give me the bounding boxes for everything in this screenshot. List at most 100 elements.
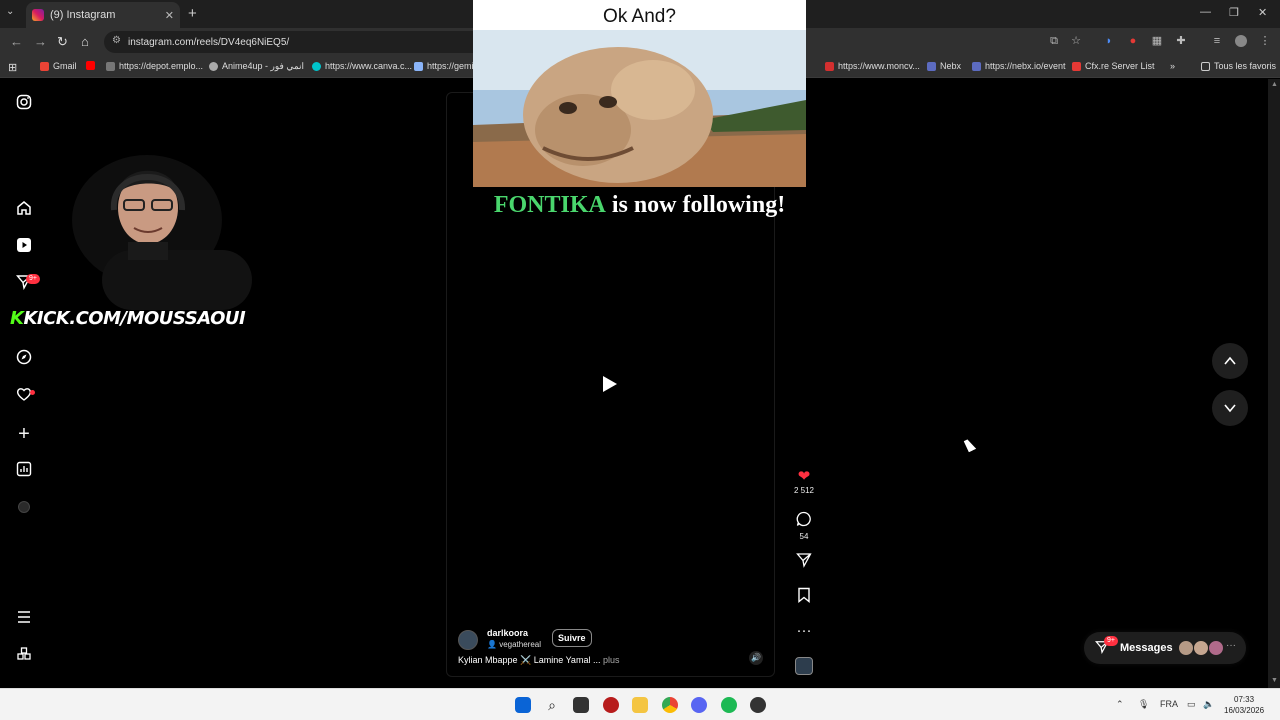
create-plus-icon[interactable]: + (14, 424, 34, 444)
more-avatars-icon: ··· (1226, 640, 1236, 651)
media-control-icon[interactable]: ≡ (1211, 35, 1223, 47)
extensions-puzzle-icon[interactable]: ✚ (1175, 35, 1187, 47)
windows-start-icon[interactable] (515, 697, 531, 713)
camel-alert-image (473, 30, 806, 187)
close-window-icon[interactable]: ✕ (1258, 6, 1267, 19)
save-button[interactable] (790, 587, 818, 608)
conversation-avatar (1208, 640, 1224, 656)
extension-record-icon[interactable]: ● (1127, 35, 1139, 47)
canva-icon (312, 61, 321, 71)
follow-alert-text: FONTIKA is now following! (493, 192, 786, 218)
messages-button[interactable]: 9+ Messages ··· (1084, 632, 1246, 664)
volume-icon[interactable]: 🔊 (749, 651, 763, 665)
steam-icon[interactable] (750, 697, 766, 713)
scroll-up-icon: ▲ (1271, 81, 1278, 88)
chrome-icon[interactable] (662, 697, 678, 713)
bookmark-cfx[interactable]: Cfx.re Server List (1072, 61, 1155, 71)
forward-icon[interactable]: → (34, 34, 47, 49)
like-count: 2 512 (793, 486, 815, 495)
youtube-icon (86, 61, 95, 70)
close-tab-icon[interactable]: ✕ (165, 9, 174, 22)
extension-translate-icon[interactable]: ◗ (1103, 35, 1115, 47)
search-icon[interactable]: ⌕ (544, 697, 560, 713)
all-bookmarks[interactable]: Tous les favoris (1201, 61, 1276, 71)
bookmark-star-icon[interactable]: ☆ (1070, 35, 1082, 47)
home-nav-icon[interactable] (14, 200, 34, 220)
previous-reel-button[interactable] (1212, 343, 1248, 379)
bookmark-gemini[interactable]: https://gemi (414, 61, 474, 71)
profile-avatar-icon[interactable] (1235, 35, 1247, 47)
bookmark-depot[interactable]: https://depot.emplo... (106, 61, 203, 71)
caption-more-link[interactable]: plus (603, 655, 620, 665)
instagram-logo-icon[interactable] (14, 94, 34, 114)
comment-count: 54 (799, 532, 809, 541)
windows-taskbar: ⌕ ⌃ 🎙 FRA ▭ 🔈 07:33 16/03/2026 (0, 688, 1280, 720)
bookmark-nebx[interactable]: Nebx (927, 61, 961, 71)
apps-icon[interactable]: ⊞ (8, 61, 17, 74)
follower-name: FONTIKA (493, 192, 606, 218)
explore-nav-icon[interactable] (14, 349, 34, 369)
new-tab-icon[interactable]: + (188, 5, 197, 22)
follow-button[interactable]: Suivre (552, 629, 592, 647)
next-reel-button[interactable] (1212, 390, 1248, 426)
minimize-icon[interactable]: — (1200, 6, 1211, 18)
back-icon[interactable]: ← (10, 34, 23, 49)
bookmark-icon (790, 587, 818, 608)
tab-search-icon[interactable]: ⌄ (6, 6, 14, 17)
spotify-icon[interactable] (721, 697, 737, 713)
messages-badge: 9+ (1104, 636, 1118, 646)
author-avatar[interactable] (458, 630, 478, 650)
microphone-icon[interactable]: 🎙 (1138, 699, 1149, 710)
url-text: instagram.com/reels/DV4eq6NiEQ5/ (128, 36, 290, 48)
bookmark-moncv[interactable]: https://www.moncv... (825, 61, 920, 71)
profile-avatar[interactable] (14, 499, 34, 519)
network-icon[interactable]: ▭ (1187, 699, 1196, 710)
more-bookmarks-icon[interactable]: » (1170, 61, 1175, 71)
kick-channel-watermark: KKICK.COM/MOUSSAOUI (10, 308, 246, 329)
share-button[interactable] (790, 552, 818, 573)
like-button[interactable]: ❤ 2 512 (790, 468, 818, 495)
clock-date: 16/03/2026 (1224, 706, 1265, 715)
site-info-icon[interactable]: ⚙ (112, 35, 121, 46)
reels-nav-icon[interactable] (14, 237, 34, 257)
more-menu-icon[interactable] (14, 609, 34, 629)
page-scrollbar[interactable]: ▲ ▼ (1268, 79, 1280, 688)
also-from-meta-icon[interactable] (14, 646, 34, 666)
discord-icon[interactable] (691, 697, 707, 713)
reel-caption[interactable]: Kylian Mbappe ⚔️ Lamine Yamal ... plus (458, 655, 619, 666)
language-indicator[interactable]: FRA (1160, 699, 1178, 709)
install-app-icon[interactable]: ⧉ (1048, 35, 1060, 47)
file-explorer-icon[interactable] (632, 697, 648, 713)
nebx-icon (972, 61, 981, 71)
home-icon[interactable]: ⌂ (81, 34, 89, 49)
author-username[interactable]: darlkoora (487, 628, 528, 638)
notification-badge: 9+ (26, 274, 40, 284)
restore-icon[interactable]: ❐ (1229, 6, 1239, 19)
gmail-icon (40, 61, 49, 71)
tray-overflow-icon[interactable]: ⌃ (1116, 699, 1124, 710)
cfx-icon (1072, 61, 1081, 71)
system-clock[interactable]: 07:33 16/03/2026 (1224, 694, 1264, 716)
bookmark-anime4up[interactable]: Anime4up - انمي فور (209, 61, 304, 72)
tab-instagram[interactable]: (9) Instagram ✕ (26, 2, 180, 28)
task-view-icon[interactable] (573, 697, 589, 713)
comment-button[interactable]: 54 (790, 511, 818, 541)
person-icon: 👤 (487, 640, 500, 649)
bookmark-canva[interactable]: https://www.canva.c... (312, 61, 412, 71)
bookmark-gmail[interactable]: Gmail (40, 61, 77, 71)
audio-credit[interactable]: 👤 vegathereal (487, 640, 541, 649)
dashboard-icon[interactable] (14, 461, 34, 481)
bookmark-nebx-event[interactable]: https://nebx.io/event (972, 61, 1066, 71)
play-icon[interactable] (603, 376, 617, 392)
bookmark-youtube[interactable] (86, 61, 99, 70)
audio-thumbnail[interactable] (795, 657, 813, 675)
more-options-button[interactable]: ··· (790, 622, 818, 640)
app-red-icon[interactable] (603, 697, 619, 713)
extension-grid-icon[interactable]: ▦ (1151, 35, 1163, 47)
volume-tray-icon[interactable]: 🔈 (1203, 699, 1214, 710)
heart-filled-icon: ❤ (797, 468, 811, 485)
browser-menu-icon[interactable]: ⋮ (1259, 35, 1271, 47)
conversation-avatar (1193, 640, 1209, 656)
notifications-heart-icon[interactable] (14, 386, 34, 406)
reload-icon[interactable]: ↻ (57, 34, 68, 50)
